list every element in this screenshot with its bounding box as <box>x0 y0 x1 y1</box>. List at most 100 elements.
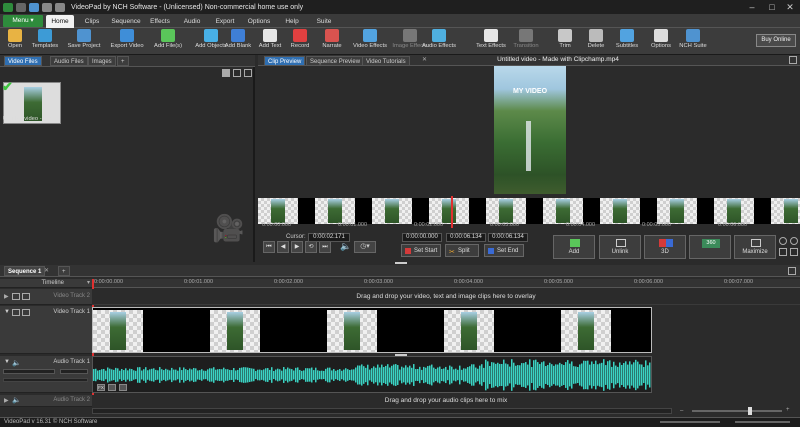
skip-start-icon[interactable]: ⏮ <box>263 241 275 253</box>
quick-save-icon[interactable] <box>29 2 39 12</box>
tab-add-bin[interactable]: + <box>117 56 129 66</box>
tab-effects[interactable]: Effects <box>146 15 174 28</box>
tab-sequence-1[interactable]: Sequence 1 <box>4 266 46 276</box>
step-back-icon[interactable]: ◀ <box>277 241 289 253</box>
loop-icon[interactable]: ⟲ <box>305 241 317 253</box>
collapse-track-icon[interactable]: ▼ <box>4 309 10 315</box>
add-sequence-button[interactable]: + <box>58 266 70 276</box>
tab-clips[interactable]: Clips <box>80 15 104 28</box>
transition-button[interactable]: Transition <box>512 29 540 54</box>
tab-sequence[interactable]: Sequence <box>110 15 142 28</box>
tab-images[interactable]: Images <box>88 56 116 66</box>
track-volume-slider[interactable] <box>3 369 55 374</box>
start-time-field[interactable]: 0:00:00.000 <box>402 233 442 242</box>
track-visibility-icon[interactable] <box>12 309 20 316</box>
timeline-zoom-slider[interactable] <box>692 407 782 415</box>
tab-home[interactable]: Home <box>46 15 74 28</box>
fullscreen-icon[interactable] <box>790 248 798 256</box>
end-time-field[interactable]: 0:00:06.134 <box>488 233 528 242</box>
zoom-in-icon[interactable] <box>779 237 787 245</box>
quick-new-icon[interactable] <box>16 2 26 12</box>
quick-redo-icon[interactable] <box>55 2 65 12</box>
list-view-icon[interactable] <box>244 69 252 77</box>
timeline-menu-icon[interactable]: ▾ <box>87 279 90 286</box>
record-button[interactable]: Record <box>288 29 312 54</box>
tab-clip-preview[interactable]: Clip Preview <box>264 56 306 66</box>
clip-volume-icon[interactable] <box>108 384 116 391</box>
tab-audio-files[interactable]: Audio Files <box>50 56 88 66</box>
track-mute-icon[interactable]: 🔈 <box>12 359 21 367</box>
clip-filmstrip[interactable] <box>258 198 800 224</box>
text-effects-button[interactable]: Text Effects <box>474 29 508 54</box>
timeline-scrollbar[interactable] <box>92 408 672 414</box>
tab-video-tutorials[interactable]: Video Tutorials <box>362 56 410 66</box>
fx-icon[interactable]: FX <box>97 384 105 391</box>
main-menu-button[interactable]: Menu ▾ <box>3 15 43 27</box>
delete-icon[interactable] <box>222 69 230 77</box>
timeline-zoom-thumb[interactable] <box>748 407 752 415</box>
track-mute-icon[interactable]: 🔈 <box>12 396 21 404</box>
duration-field[interactable]: 0:00:06.134 <box>446 233 486 242</box>
tab-options[interactable]: Options <box>244 15 274 28</box>
speed-dropdown[interactable]: ◷▾ <box>354 241 376 253</box>
templates-button[interactable]: Templates <box>30 29 60 54</box>
add-blank-button[interactable]: Add Blank <box>224 29 252 54</box>
quick-undo-icon[interactable] <box>42 2 52 12</box>
open-button[interactable]: Open <box>4 29 26 54</box>
video-effects-button[interactable]: Video Effects <box>352 29 388 54</box>
set-end-button[interactable]: Set End <box>484 244 524 257</box>
zoom-out-icon[interactable] <box>790 237 798 245</box>
tab-sequence-preview[interactable]: Sequence Preview <box>306 56 365 66</box>
buy-online-button[interactable]: Buy Online <box>756 34 796 47</box>
timeline-ruler[interactable]: 0:00:00.000 0:00:01.000 0:00:02.000 0:00:03… <box>92 279 800 288</box>
audio-effects-button[interactable]: Audio Effects <box>420 29 458 54</box>
undock-icon[interactable] <box>789 56 797 64</box>
video-track-2-lane[interactable]: Drag and drop your video, text and image… <box>92 289 800 305</box>
subtitles-button[interactable]: Subtitles <box>612 29 642 54</box>
save-project-button[interactable]: Save Project <box>64 29 104 54</box>
tab-help[interactable]: Help <box>280 15 304 28</box>
volume-slider[interactable] <box>660 421 720 423</box>
tab-export[interactable]: Export <box>210 15 240 28</box>
collapse-track-icon[interactable]: ▼ <box>4 359 10 365</box>
cursor-time-field[interactable]: 0:00:02.171 <box>308 233 350 242</box>
clip-link-icon[interactable] <box>119 384 127 391</box>
zoom-in-timeline-icon[interactable]: + <box>786 407 794 413</box>
narrate-button[interactable]: Narrate <box>318 29 346 54</box>
split-button[interactable]: ✂ Split <box>445 244 479 257</box>
expand-track-icon[interactable]: ▶ <box>4 397 9 404</box>
snapshot-icon[interactable] <box>779 248 787 256</box>
360-button[interactable]: 360 <box>689 235 731 259</box>
audio-clip[interactable]: FX <box>92 356 652 393</box>
volume-icon[interactable]: 🔈 <box>340 241 352 253</box>
grid-view-icon[interactable] <box>233 69 241 77</box>
zoom-out-timeline-icon[interactable]: – <box>680 408 688 414</box>
undock-timeline-icon[interactable] <box>788 267 796 275</box>
delete-button[interactable]: Delete <box>584 29 608 54</box>
tab-suite[interactable]: Suite <box>312 15 336 28</box>
minimize-icon[interactable]: – <box>744 1 760 13</box>
play-icon[interactable]: ▶ <box>291 241 303 253</box>
add-file-s-button[interactable]: Add File(s) <box>150 29 186 54</box>
close-sequence-icon[interactable]: ✕ <box>44 267 49 274</box>
close-tab-icon[interactable]: ✕ <box>422 56 427 63</box>
nch-suite-button[interactable]: NCH Suite <box>678 29 708 54</box>
close-icon[interactable]: ✕ <box>782 1 798 13</box>
add-button[interactable]: Add <box>553 235 595 259</box>
track-lock-icon[interactable] <box>22 309 30 316</box>
unlink-button[interactable]: Unlink <box>599 235 641 259</box>
add-text-button[interactable]: Add Text <box>256 29 284 54</box>
audio-track-2-lane[interactable]: Drag and drop your audio clips here to m… <box>92 395 800 407</box>
expand-track-icon[interactable]: ▶ <box>4 293 9 300</box>
video-clip[interactable] <box>92 307 652 353</box>
skip-end-icon[interactable]: ⏭ <box>319 241 331 253</box>
maximize-button[interactable]: Maximize <box>734 235 776 259</box>
tab-video-files[interactable]: Video Files <box>4 56 42 66</box>
trim-button[interactable]: Trim <box>554 29 576 54</box>
panel-splitter[interactable] <box>395 262 407 264</box>
track-lock-icon[interactable] <box>22 293 30 300</box>
maximize-icon[interactable]: □ <box>764 1 780 13</box>
track-visibility-icon[interactable] <box>12 293 20 300</box>
tab-audio[interactable]: Audio <box>180 15 204 28</box>
3d-button[interactable]: 3D <box>644 235 686 259</box>
